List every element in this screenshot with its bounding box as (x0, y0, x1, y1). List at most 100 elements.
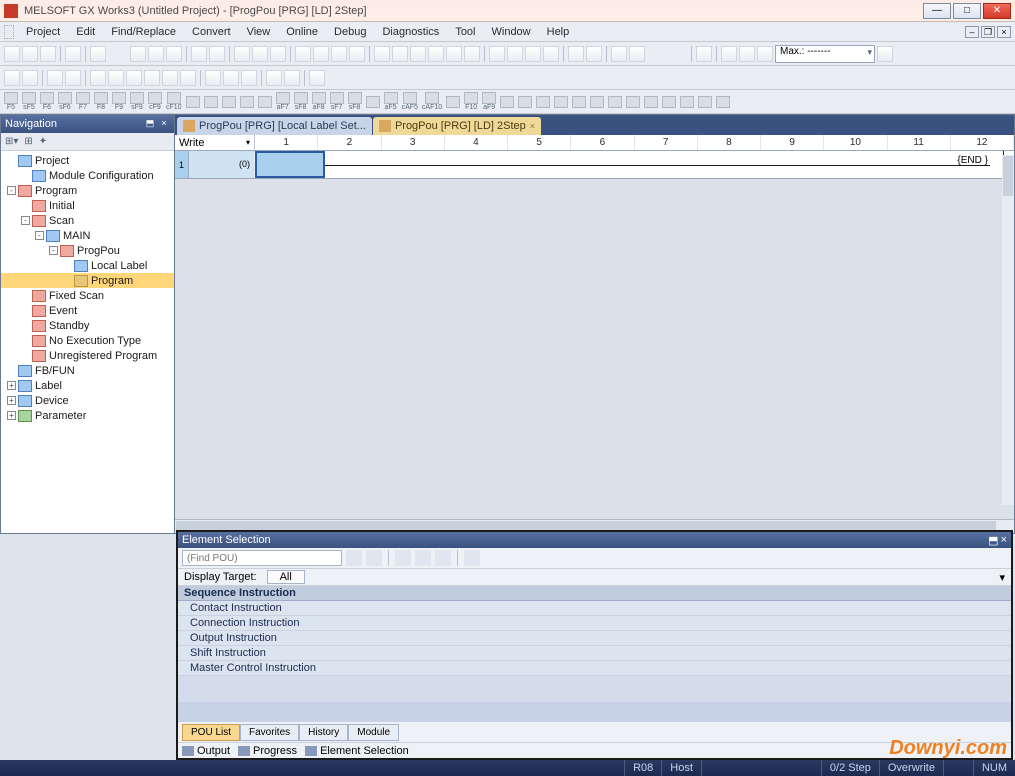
ladder-rung[interactable]: 1 (0) {END } ] (175, 151, 1014, 179)
tb2-10[interactable] (180, 70, 196, 86)
tree-event[interactable]: Event (1, 303, 174, 318)
tree-program[interactable]: -Program (1, 183, 174, 198)
tb2-4[interactable] (65, 70, 81, 86)
ladder-tool-11[interactable] (204, 96, 218, 108)
write-plc-icon[interactable] (331, 46, 347, 62)
find-pou-input[interactable] (182, 550, 342, 566)
search-btn-1[interactable] (346, 550, 362, 566)
ladder-tool-33[interactable] (608, 96, 622, 108)
menu-help[interactable]: Help (539, 24, 578, 40)
tb-icon-5[interactable] (446, 46, 462, 62)
display-target-drop[interactable]: ▾ (993, 571, 1011, 584)
zoom-in-icon[interactable] (611, 46, 627, 62)
ladder-tool-7[interactable]: sF9 (130, 92, 144, 111)
tb-icon-2[interactable] (392, 46, 408, 62)
menu-diagnostics[interactable]: Diagnostics (374, 24, 447, 40)
elsel-item[interactable]: Shift Instruction (178, 646, 1011, 661)
elsel-tab-module[interactable]: Module (348, 724, 399, 741)
ladder-tool-39[interactable] (716, 96, 730, 108)
ladder-tool-23[interactable]: cAF10 (422, 92, 442, 111)
minimize-button[interactable]: — (923, 3, 951, 19)
ladder-tool-28[interactable] (518, 96, 532, 108)
ladder-tool-13[interactable] (240, 96, 254, 108)
ladder-tool-30[interactable] (554, 96, 568, 108)
tb2-15[interactable] (284, 70, 300, 86)
tab-active[interactable]: ProgPou [PRG] [LD] 2Step× (373, 117, 541, 135)
maximize-button[interactable]: □ (953, 3, 981, 19)
search-btn-3[interactable] (395, 550, 411, 566)
ladder-tool-4[interactable]: F7 (76, 92, 90, 111)
convert-icon[interactable] (234, 46, 250, 62)
project-tree[interactable]: ProjectModule Configuration-ProgramIniti… (1, 151, 174, 533)
ladder-tool-34[interactable] (626, 96, 640, 108)
help-icon[interactable] (90, 46, 106, 62)
write-mode-combo[interactable]: Write (175, 135, 255, 150)
tree-module-configuration[interactable]: Module Configuration (1, 168, 174, 183)
element-list-header[interactable]: Sequence Instruction (178, 586, 1011, 601)
tb-icon-7[interactable] (489, 46, 505, 62)
tab-inactive[interactable]: ProgPou [PRG] [Local Label Set... (177, 117, 372, 135)
cut-icon[interactable] (130, 46, 146, 62)
tb2-1[interactable] (4, 70, 20, 86)
nav-tool-2[interactable]: ⊞ (24, 136, 32, 147)
tb2-12[interactable] (223, 70, 239, 86)
rung-cell-2-selected[interactable]: (0) (255, 151, 325, 178)
mdi-close[interactable]: × (997, 26, 1011, 38)
tree-unregistered-program[interactable]: Unregistered Program (1, 348, 174, 363)
tb-icon-6[interactable] (464, 46, 480, 62)
editor-scrollbar-v[interactable] (1002, 155, 1014, 505)
ladder-tool-24[interactable] (446, 96, 460, 108)
tb2-3[interactable] (47, 70, 63, 86)
tb-icon-16[interactable] (757, 46, 773, 62)
tree-main[interactable]: -MAIN (1, 228, 174, 243)
tb-icon-15[interactable] (739, 46, 755, 62)
close-button[interactable]: ✕ (983, 3, 1011, 19)
tb2-13[interactable] (241, 70, 257, 86)
ladder-tool-25[interactable]: F10 (464, 92, 478, 111)
ladder-tool-31[interactable] (572, 96, 586, 108)
tb2-5[interactable] (90, 70, 106, 86)
elsel-item[interactable]: Master Control Instruction (178, 661, 1011, 676)
nav-pin-icon[interactable]: ⬒ (144, 118, 156, 130)
ladder-tool-26[interactable]: aF9 (482, 92, 496, 111)
ladder-tool-22[interactable]: cAF5 (402, 92, 418, 111)
elsel-tab-favorites[interactable]: Favorites (240, 724, 299, 741)
tb-icon-11[interactable] (568, 46, 584, 62)
tree-project[interactable]: Project (1, 153, 174, 168)
search-btn-2[interactable] (366, 550, 382, 566)
tree-parameter[interactable]: +Parameter (1, 408, 174, 423)
ladder-tool-21[interactable]: aF5 (384, 92, 398, 111)
elsel-item[interactable]: Output Instruction (178, 631, 1011, 646)
ladder-tool-20[interactable] (366, 96, 380, 108)
ladder-tool-27[interactable] (500, 96, 514, 108)
elsel-item[interactable]: Contact Instruction (178, 601, 1011, 616)
ladder-tool-38[interactable] (698, 96, 712, 108)
undo-icon[interactable] (191, 46, 207, 62)
tb2-8[interactable] (144, 70, 160, 86)
tb2-14[interactable] (266, 70, 282, 86)
menu-convert[interactable]: Convert (184, 24, 239, 40)
copy-icon[interactable] (148, 46, 164, 62)
ladder-tool-16[interactable]: sF8 (294, 92, 308, 111)
ladder-tool-9[interactable]: cF10 (166, 92, 182, 111)
tb-icon-13[interactable] (696, 46, 712, 62)
menu-debug[interactable]: Debug (326, 24, 374, 40)
simulate-icon[interactable] (295, 46, 311, 62)
tree-device[interactable]: +Device (1, 393, 174, 408)
tb-icon-14[interactable] (721, 46, 737, 62)
menu-window[interactable]: Window (484, 24, 539, 40)
tb2-6[interactable] (108, 70, 124, 86)
max-combo[interactable]: Max.: ------- (775, 45, 875, 63)
tree-initial[interactable]: Initial (1, 198, 174, 213)
rebuild-icon[interactable] (270, 46, 286, 62)
read-plc-icon[interactable] (349, 46, 365, 62)
tree-progpou[interactable]: -ProgPou (1, 243, 174, 258)
menu-tool[interactable]: Tool (447, 24, 483, 40)
ladder-tool-36[interactable] (662, 96, 676, 108)
search-btn-4[interactable] (415, 550, 431, 566)
tb-icon-3[interactable] (410, 46, 426, 62)
search-btn-6[interactable] (464, 550, 480, 566)
menu-online[interactable]: Online (278, 24, 326, 40)
tb-icon-17[interactable] (877, 46, 893, 62)
tb-icon-9[interactable] (525, 46, 541, 62)
